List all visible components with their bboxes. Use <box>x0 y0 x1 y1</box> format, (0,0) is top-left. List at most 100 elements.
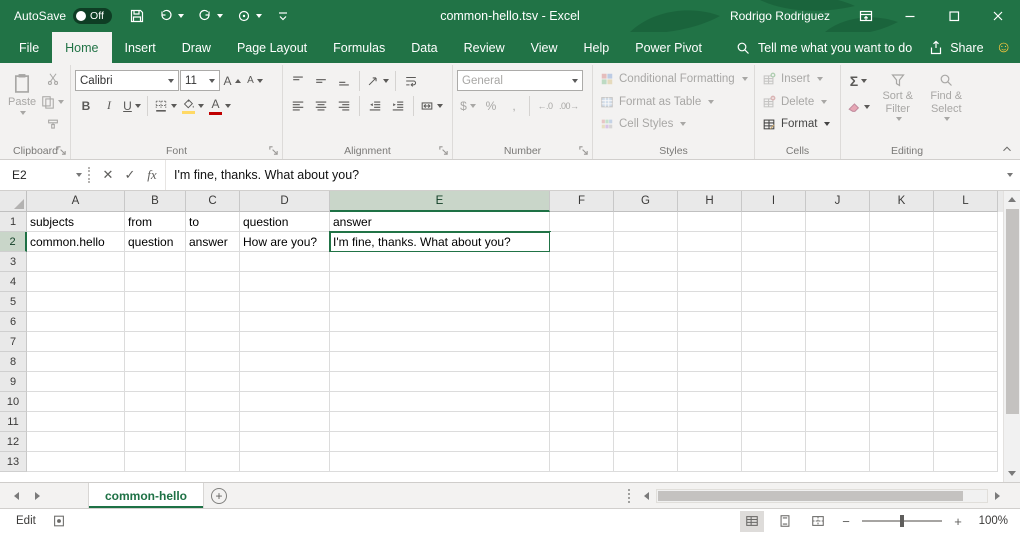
redo-button[interactable] <box>192 5 228 27</box>
cell-F3[interactable] <box>550 252 614 272</box>
vertical-scrollbar[interactable] <box>1003 191 1020 482</box>
cell-D6[interactable] <box>240 312 330 332</box>
cell-A7[interactable] <box>27 332 125 352</box>
cell-E10[interactable] <box>330 392 550 412</box>
autosum-button[interactable]: Σ <box>845 70 872 92</box>
collapse-ribbon-button[interactable] <box>1000 142 1014 156</box>
column-header-F[interactable]: F <box>550 191 614 212</box>
close-button[interactable] <box>976 0 1020 32</box>
cell-A11[interactable] <box>27 412 125 432</box>
cell-G2[interactable] <box>614 232 678 252</box>
cell-L8[interactable] <box>934 352 998 372</box>
sheet-tab-common-hello[interactable]: common-hello <box>88 483 204 508</box>
cell-L1[interactable] <box>934 212 998 232</box>
cell-G3[interactable] <box>614 252 678 272</box>
customize-qat-button[interactable] <box>270 5 296 27</box>
cell-H3[interactable] <box>678 252 742 272</box>
zoom-percentage[interactable]: 100% <box>974 515 1008 527</box>
undo-dropdown-icon[interactable] <box>178 14 184 18</box>
scroll-left-button[interactable] <box>638 487 655 504</box>
cell-F12[interactable] <box>550 432 614 452</box>
cell-F6[interactable] <box>550 312 614 332</box>
cell-H11[interactable] <box>678 412 742 432</box>
tab-file[interactable]: File <box>6 32 52 63</box>
format-as-table-button[interactable]: Format as Table <box>597 91 750 114</box>
insert-function-button[interactable]: fx <box>141 160 163 190</box>
wrap-text-button[interactable] <box>400 70 422 92</box>
name-box[interactable]: E2 <box>0 160 88 190</box>
cell-K10[interactable] <box>870 392 934 412</box>
account-name[interactable]: Rodrigo Rodriguez <box>716 9 844 23</box>
cell-G1[interactable] <box>614 212 678 232</box>
cell-G13[interactable] <box>614 452 678 472</box>
cell-G7[interactable] <box>614 332 678 352</box>
format-cells-button[interactable]: Format <box>759 113 836 136</box>
cell-H6[interactable] <box>678 312 742 332</box>
cell-I13[interactable] <box>742 452 806 472</box>
cell-B7[interactable] <box>125 332 186 352</box>
cell-J2[interactable] <box>806 232 870 252</box>
cell-C6[interactable] <box>186 312 240 332</box>
zoom-out-button[interactable]: − <box>839 514 853 529</box>
previous-sheet-button[interactable] <box>14 492 19 500</box>
cell-A12[interactable] <box>27 432 125 452</box>
tab-page-layout[interactable]: Page Layout <box>224 32 320 63</box>
column-header-K[interactable]: K <box>870 191 934 212</box>
cell-E2[interactable]: I'm fine, thanks. What about you? <box>330 232 550 252</box>
undo-button[interactable] <box>153 5 189 27</box>
underline-button[interactable]: U <box>121 95 143 117</box>
tell-me-box[interactable]: Tell me what you want to do <box>729 32 918 63</box>
cell-F9[interactable] <box>550 372 614 392</box>
cell-B6[interactable] <box>125 312 186 332</box>
cell-B10[interactable] <box>125 392 186 412</box>
row-header-4[interactable]: 4 <box>0 272 27 292</box>
scroll-up-button[interactable] <box>1004 191 1020 208</box>
cell-C10[interactable] <box>186 392 240 412</box>
cell-I4[interactable] <box>742 272 806 292</box>
select-all-button[interactable] <box>0 191 27 212</box>
column-header-G[interactable]: G <box>614 191 678 212</box>
cell-J4[interactable] <box>806 272 870 292</box>
cell-G5[interactable] <box>614 292 678 312</box>
cell-K8[interactable] <box>870 352 934 372</box>
cell-K9[interactable] <box>870 372 934 392</box>
cell-B12[interactable] <box>125 432 186 452</box>
cell-J1[interactable] <box>806 212 870 232</box>
cell-H1[interactable] <box>678 212 742 232</box>
clear-button[interactable] <box>845 96 872 118</box>
cell-K7[interactable] <box>870 332 934 352</box>
align-left-button[interactable] <box>287 95 309 117</box>
cell-L4[interactable] <box>934 272 998 292</box>
cell-D9[interactable] <box>240 372 330 392</box>
cell-A10[interactable] <box>27 392 125 412</box>
cell-G12[interactable] <box>614 432 678 452</box>
cell-E6[interactable] <box>330 312 550 332</box>
horizontal-scroll-track[interactable] <box>656 489 988 503</box>
cell-A3[interactable] <box>27 252 125 272</box>
touch-mode-dropdown-icon[interactable] <box>256 14 262 18</box>
cell-H13[interactable] <box>678 452 742 472</box>
cell-E4[interactable] <box>330 272 550 292</box>
fill-color-button[interactable] <box>180 95 206 117</box>
cell-E8[interactable] <box>330 352 550 372</box>
cell-C9[interactable] <box>186 372 240 392</box>
page-break-preview-button[interactable] <box>806 511 830 532</box>
tab-draw[interactable]: Draw <box>169 32 224 63</box>
cell-D13[interactable] <box>240 452 330 472</box>
alignment-dialog-launcher[interactable] <box>438 145 449 156</box>
cell-A5[interactable] <box>27 292 125 312</box>
cell-J9[interactable] <box>806 372 870 392</box>
cell-I9[interactable] <box>742 372 806 392</box>
bottom-align-button[interactable] <box>333 70 355 92</box>
cell-L5[interactable] <box>934 292 998 312</box>
cell-J7[interactable] <box>806 332 870 352</box>
cell-A8[interactable] <box>27 352 125 372</box>
cell-J12[interactable] <box>806 432 870 452</box>
cell-L10[interactable] <box>934 392 998 412</box>
find-select-button[interactable]: Find & Select <box>924 68 970 123</box>
row-header-11[interactable]: 11 <box>0 412 27 432</box>
cell-C2[interactable]: answer <box>186 232 240 252</box>
column-header-B[interactable]: B <box>125 191 186 212</box>
copy-button[interactable] <box>39 91 66 113</box>
cell-I3[interactable] <box>742 252 806 272</box>
